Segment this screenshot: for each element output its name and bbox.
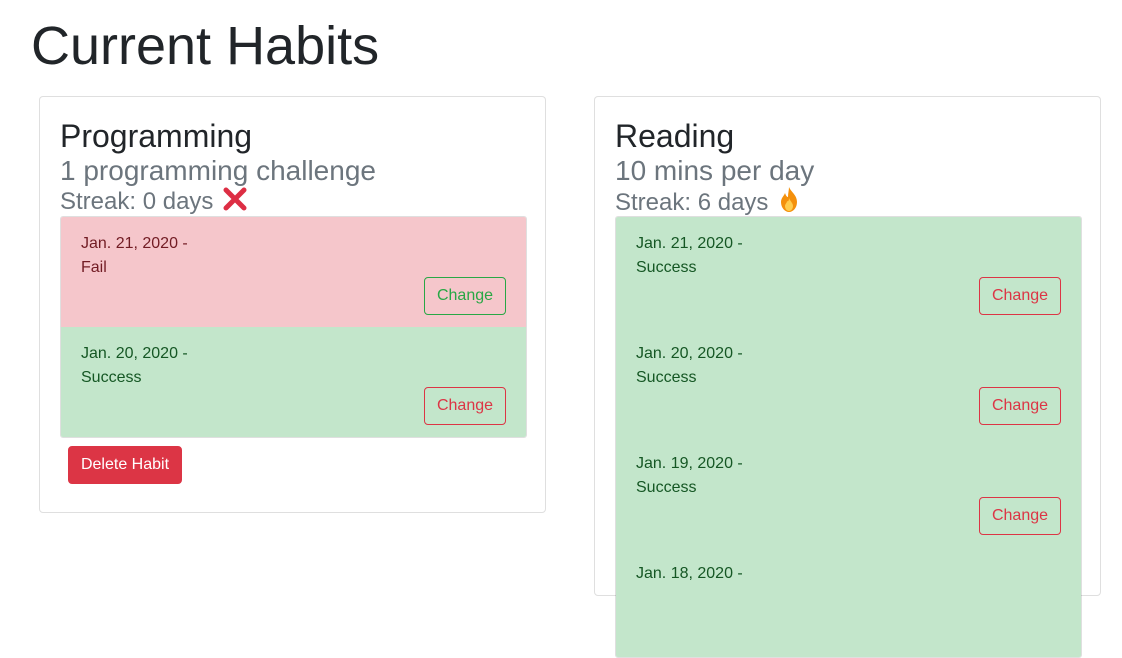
delete-habit-button[interactable]: Delete Habit (68, 446, 182, 484)
change-button[interactable]: Change (979, 497, 1061, 535)
list-item: Jan. 21, 2020 - Fail Change (61, 217, 526, 327)
entry-status: Fail (81, 259, 107, 276)
entry-date: Jan. 20, 2020 - (81, 345, 188, 362)
habit-card-reading: Reading 10 mins per day Streak: 6 days J… (594, 96, 1101, 658)
habit-card-programming: Programming 1 programming challenge Stre… (39, 96, 546, 513)
habit-entries-list: Jan. 21, 2020 - Success Change Jan. 20, … (615, 216, 1082, 658)
change-button[interactable]: Change (979, 387, 1061, 425)
habit-goal: 1 programming challenge (60, 155, 376, 186)
list-item: Jan. 20, 2020 - Success Change (61, 327, 526, 437)
page-title: Current Habits (31, 16, 380, 76)
habit-title: Programming (60, 118, 253, 154)
habit-entries-list: Jan. 21, 2020 - Fail Change Jan. 20, 202… (60, 216, 527, 438)
change-button[interactable]: Change (424, 277, 506, 315)
entry-date: Jan. 21, 2020 - (81, 235, 188, 252)
entry-date: Jan. 20, 2020 - (636, 345, 743, 362)
cross-mark-icon (222, 186, 248, 220)
streak-text: Streak: 6 days (615, 189, 769, 216)
entry-date: Jan. 21, 2020 - (636, 235, 743, 252)
entry-status: Success (636, 259, 697, 276)
entry-status: Success (636, 369, 697, 386)
list-item: Jan. 19, 2020 - Success Change (616, 437, 1081, 547)
streak-text: Streak: 0 days (60, 188, 214, 215)
change-button[interactable]: Change (979, 277, 1061, 315)
habit-streak: Streak: 0 days (60, 186, 248, 220)
habit-goal: 10 mins per day (615, 155, 815, 186)
entry-date: Jan. 19, 2020 - (636, 455, 743, 472)
list-item: Jan. 18, 2020 - (616, 547, 1081, 657)
change-button[interactable]: Change (424, 387, 506, 425)
entry-status: Success (636, 479, 697, 496)
list-item: Jan. 21, 2020 - Success Change (616, 217, 1081, 327)
list-item: Jan. 20, 2020 - Success Change (616, 327, 1081, 437)
habit-title: Reading (615, 118, 735, 154)
entry-status: Success (81, 369, 142, 386)
entry-date: Jan. 18, 2020 - (636, 565, 743, 582)
